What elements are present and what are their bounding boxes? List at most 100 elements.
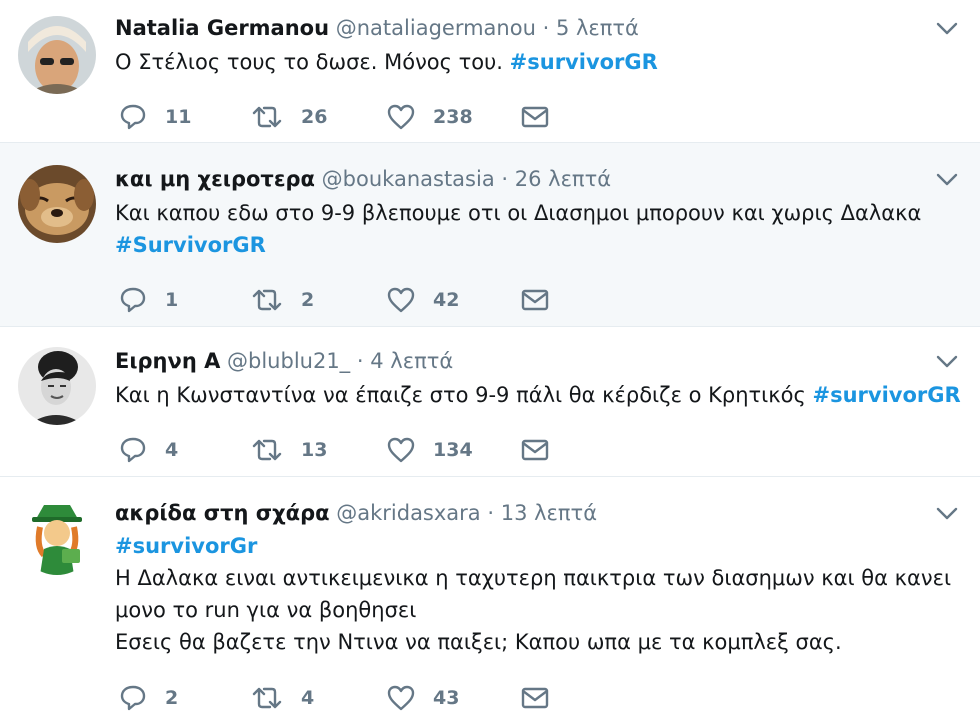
retweet-count: 26: [301, 106, 328, 128]
tweet-header: ακρίδα στη σχάρα @akridasxara · 13 λεπτά: [115, 499, 920, 527]
hashtag-link[interactable]: #survivorGr: [115, 534, 257, 558]
reply-icon: [120, 437, 146, 463]
like-count: 134: [433, 439, 473, 461]
separator-dot: ·: [487, 501, 495, 525]
username[interactable]: @blublu21_: [227, 349, 350, 373]
text-segment: Και καπου εδω στο 9-9 βλεπουμε οτι οι Δι…: [115, 201, 922, 225]
heart-icon: [387, 287, 415, 313]
envelope-icon: [521, 289, 549, 311]
separator-dot: ·: [501, 167, 509, 191]
retweet-button[interactable]: 26: [251, 102, 327, 132]
reply-count: 2: [165, 687, 179, 709]
like-count: 238: [433, 106, 473, 128]
text-segment: Εσεις θα βαζετε την Ντινα να παιξει; Καπ…: [115, 630, 842, 654]
text-segment: Και η Κωνσταντίνα να έπαιζε στο 9-9 πάλι…: [115, 383, 813, 407]
tweet-text: Ο Στέλιος τους το δωσε. Μόνος του. #surv…: [115, 46, 960, 78]
like-button[interactable]: 43: [387, 683, 459, 713]
like-button[interactable]: 238: [387, 102, 473, 132]
separator-dot: ·: [542, 16, 550, 40]
tweet-header: και μη χειροτερα @boukanastasia · 26 λεπ…: [115, 165, 920, 193]
retweet-icon: [252, 106, 282, 128]
username[interactable]: @nataliagermanou: [336, 16, 536, 40]
avatar[interactable]: [18, 347, 96, 425]
tweet[interactable]: Natalia Germanou @nataliagermanou · 5 λε…: [0, 0, 980, 143]
timestamp[interactable]: 26 λεπτά: [515, 167, 611, 191]
tweet-header: Natalia Germanou @nataliagermanou · 5 λε…: [115, 14, 920, 42]
avatar[interactable]: [18, 165, 96, 243]
timestamp[interactable]: 5 λεπτά: [556, 16, 639, 40]
reply-count: 11: [165, 106, 192, 128]
action-bar: 11 26 238: [115, 102, 615, 132]
direct-message-button[interactable]: [521, 102, 549, 132]
like-button[interactable]: 134: [387, 435, 473, 465]
chevron-down-icon[interactable]: [936, 507, 958, 521]
timestamp[interactable]: 4 λεπτά: [370, 349, 453, 373]
text-segment: Ο Στέλιος τους το δωσε. Μόνος του.: [115, 50, 510, 74]
heart-icon: [387, 685, 415, 711]
chevron-down-icon[interactable]: [936, 355, 958, 369]
tweet-text-line: μονο το run για να βοηθησει: [115, 594, 960, 626]
tweet-text-line: #survivorGr: [115, 530, 960, 562]
timestamp[interactable]: 13 λεπτά: [501, 501, 597, 525]
retweet-button[interactable]: 2: [251, 285, 314, 315]
display-name[interactable]: και μη χειροτερα: [115, 167, 315, 191]
avatar[interactable]: [18, 16, 96, 94]
tweet-header: Ειρηνη Α @blublu21_ · 4 λεπτά: [115, 347, 920, 375]
tweet[interactable]: ακρίδα στη σχάρα @akridasxara · 13 λεπτά…: [0, 477, 980, 712]
tweet-text: #survivorGr Η Δαλακα ειναι αντικειμενικα…: [115, 530, 960, 658]
tweet[interactable]: Ειρηνη Α @blublu21_ · 4 λεπτά Και η Κωνσ…: [0, 327, 980, 477]
chevron-down-icon[interactable]: [936, 173, 958, 187]
reply-count: 4: [165, 439, 179, 461]
display-name[interactable]: Natalia Germanou: [115, 16, 329, 40]
display-name[interactable]: ακρίδα στη σχάρα: [115, 501, 330, 525]
retweet-button[interactable]: 4: [251, 683, 314, 713]
reply-icon: [120, 287, 146, 313]
action-bar: 4 13 134: [115, 435, 615, 465]
avatar-image: [18, 347, 96, 425]
text-segment: μονο το run για να βοηθησει: [115, 598, 417, 622]
tweet-text-line: Εσεις θα βαζετε την Ντινα να παιξει; Καπ…: [115, 626, 960, 658]
retweet-button[interactable]: 13: [251, 435, 327, 465]
heart-icon: [387, 437, 415, 463]
direct-message-button[interactable]: [521, 683, 549, 713]
retweet-icon: [252, 289, 282, 311]
retweet-count: 4: [301, 687, 315, 709]
hashtag-link[interactable]: #survivorGR: [813, 383, 961, 407]
avatar-image: [18, 165, 96, 243]
reply-button[interactable]: 2: [119, 683, 178, 713]
heart-icon: [387, 104, 415, 130]
reply-icon: [120, 685, 146, 711]
chevron-down-icon[interactable]: [936, 22, 958, 36]
reply-button[interactable]: 4: [119, 435, 178, 465]
retweet-icon: [252, 687, 282, 709]
hashtag-link[interactable]: #survivorGR: [510, 50, 658, 74]
tweet-text-line: Και η Κωνσταντίνα να έπαιζε στο 9-9 πάλι…: [115, 379, 961, 411]
hashtag-link[interactable]: #SurvivorGR: [115, 233, 266, 257]
username[interactable]: @boukanastasia: [322, 167, 495, 191]
text-segment: Η Δαλακα ειναι αντικειμενικα η ταχυτερη …: [115, 566, 952, 590]
direct-message-button[interactable]: [521, 285, 549, 315]
reply-button[interactable]: 1: [119, 285, 178, 315]
username[interactable]: @akridasxara: [336, 501, 480, 525]
tweet[interactable]: και μη χειροτερα @boukanastasia · 26 λεπ…: [0, 143, 980, 327]
display-name[interactable]: Ειρηνη Α: [115, 349, 220, 373]
tweet-text-line: Ο Στέλιος τους το δωσε. Μόνος του. #surv…: [115, 46, 960, 78]
direct-message-button[interactable]: [521, 435, 549, 465]
retweet-count: 13: [301, 439, 328, 461]
reply-button[interactable]: 11: [119, 102, 191, 132]
tweet-text-line: Η Δαλακα ειναι αντικειμενικα η ταχυτερη …: [115, 562, 960, 594]
tweet-text-line: #SurvivorGR: [115, 229, 960, 261]
tweet-text: Και καπου εδω στο 9-9 βλεπουμε οτι οι Δι…: [115, 197, 960, 261]
tweet-text: Και η Κωνσταντίνα να έπαιζε στο 9-9 πάλι…: [115, 379, 961, 411]
envelope-icon: [521, 687, 549, 709]
reply-count: 1: [165, 289, 179, 311]
like-count: 42: [433, 289, 460, 311]
avatar-image: [18, 497, 96, 575]
avatar[interactable]: [18, 497, 96, 575]
like-button[interactable]: 42: [387, 285, 459, 315]
separator-dot: ·: [356, 349, 364, 373]
envelope-icon: [521, 439, 549, 461]
tweet-text-line: Και καπου εδω στο 9-9 βλεπουμε οτι οι Δι…: [115, 197, 960, 229]
action-bar: 1 2 42: [115, 285, 615, 315]
like-count: 43: [433, 687, 460, 709]
